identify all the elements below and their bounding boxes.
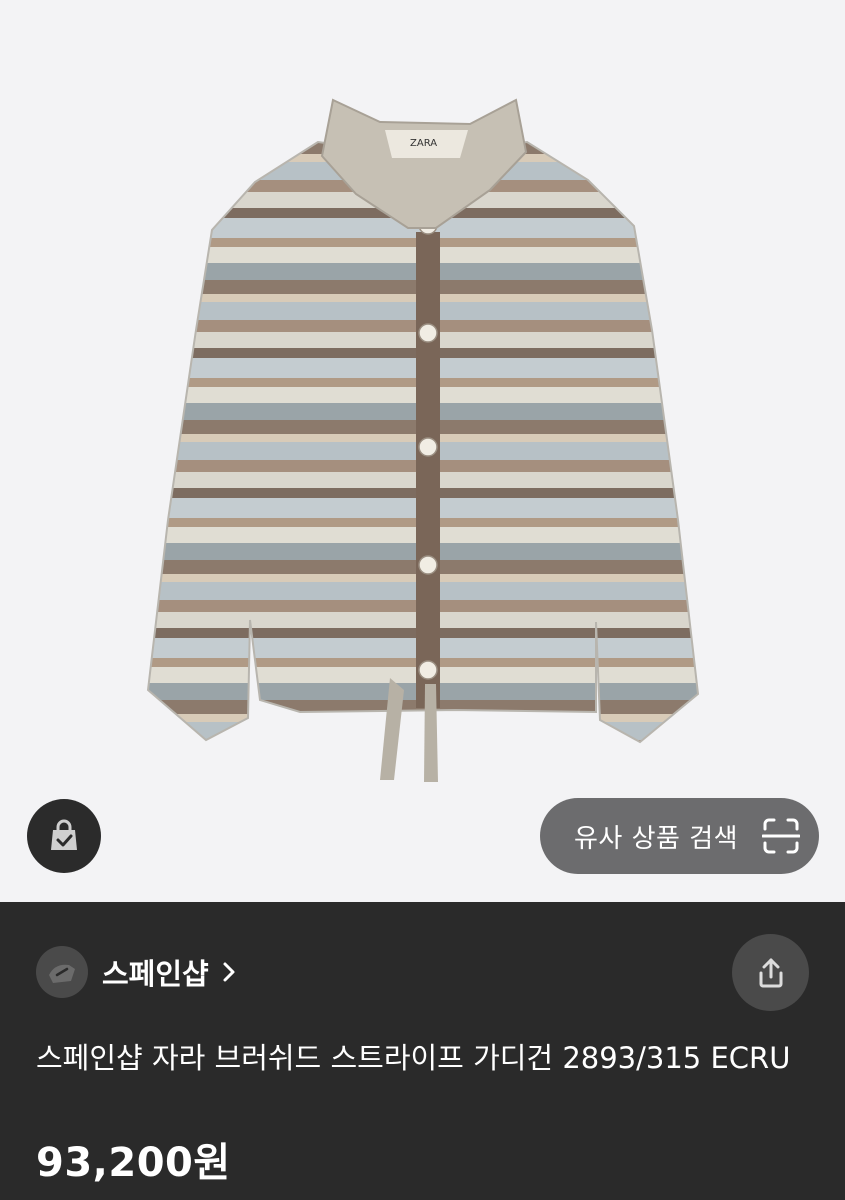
share-icon — [759, 958, 782, 987]
similar-products-search-button[interactable]: 유사 상품 검색 — [540, 798, 819, 874]
chevron-right-icon — [223, 962, 235, 982]
share-button[interactable] — [732, 934, 809, 1011]
similar-search-label: 유사 상품 검색 — [574, 823, 739, 854]
shopping-bag-check-icon — [51, 819, 77, 850]
shop-avatar-icon — [36, 946, 88, 998]
brand-tag: ZARA — [410, 138, 437, 149]
product-price: 93,200원 — [36, 1140, 231, 1186]
cart-button[interactable] — [27, 799, 101, 873]
product-title: 스페인샵 자라 브러쉬드 스트라이프 가디건 2893/315 ECRU — [36, 1041, 791, 1075]
scan-icon — [762, 818, 800, 854]
striped-cardigan-image: ZARA — [146, 98, 700, 782]
seller-name: 스페인샵 — [102, 957, 209, 991]
product-info-panel: 스페인샵 스페인샵 자라 브러쉬드 스트라이프 가디건 2893/315 ECR… — [0, 902, 845, 1200]
product-detail-page: ZARA 유사 상품 검색 스페인샵 스페인샵 자라 브러쉬드 스트라이프 가디… — [0, 0, 845, 1200]
product-image-area[interactable]: ZARA 유사 상품 검색 — [0, 0, 845, 902]
seller-link[interactable]: 스페인샵 — [36, 946, 237, 998]
